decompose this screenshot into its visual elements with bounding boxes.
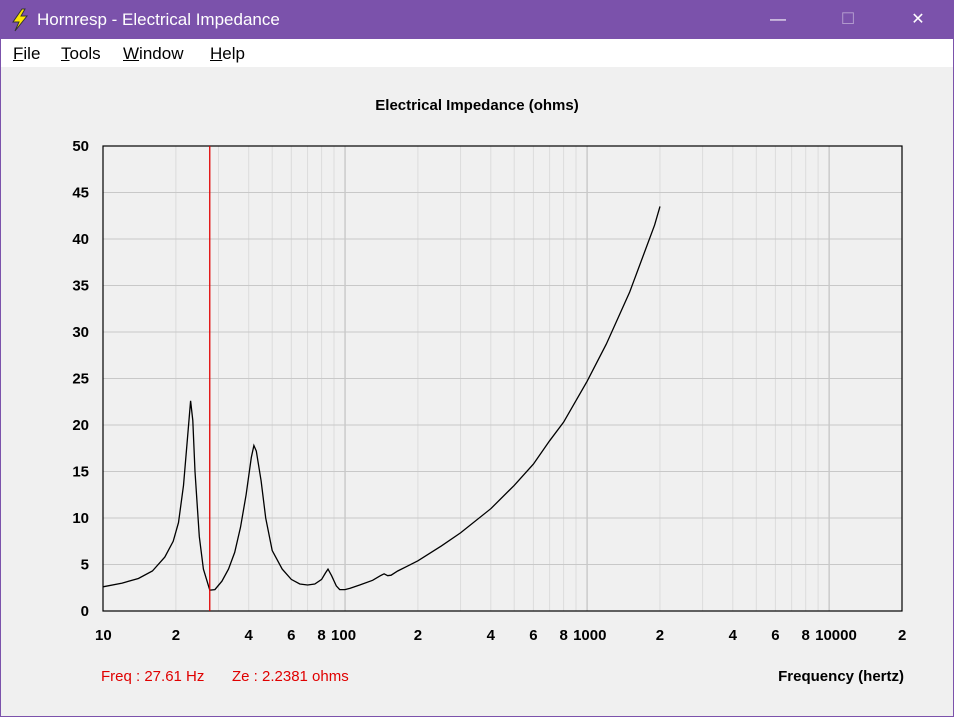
x-tick-label: 4 — [487, 627, 496, 644]
x-tick-label: 2 — [898, 627, 906, 644]
x-axis-label: Frequency (hertz) — [778, 668, 904, 685]
x-tick-label: 4 — [729, 627, 738, 644]
x-tick-label: 8 — [317, 627, 325, 644]
y-tick-label: 15 — [72, 464, 89, 481]
y-tick-label: 25 — [72, 371, 89, 388]
x-tick-label: 2 — [172, 627, 180, 644]
y-tick-label: 30 — [72, 324, 89, 341]
ze-readout: Ze : 2.2381 ohms — [232, 668, 349, 685]
y-tick-label: 40 — [72, 231, 89, 248]
y-tick-labels: 0 5 10 15 20 25 30 35 40 45 50 — [72, 138, 89, 620]
x-tick-label: 10000 — [815, 627, 857, 644]
y-tick-label: 5 — [81, 557, 89, 574]
x-tick-label: 4 — [245, 627, 254, 644]
x-tick-label: 1000 — [573, 627, 606, 644]
x-tick-label: 100 — [331, 627, 356, 644]
x-tick-label: 6 — [771, 627, 779, 644]
x-tick-label: 8 — [802, 627, 810, 644]
y-tick-label: 45 — [72, 185, 89, 202]
y-tick-label: 0 — [81, 603, 89, 620]
x-tick-label: 6 — [529, 627, 537, 644]
x-tick-label: 6 — [287, 627, 295, 644]
x-tick-label: 2 — [656, 627, 664, 644]
freq-readout: Freq : 27.61 Hz — [101, 668, 205, 685]
y-tick-label: 35 — [72, 278, 89, 295]
x-tick-label: 2 — [414, 627, 422, 644]
impedance-chart[interactable]: 0 5 10 15 20 25 30 35 40 45 50 10 2 4 6 8 100 2 4 6 8 1000 2 4… — [0, 0, 954, 717]
y-tick-label: 20 — [72, 417, 89, 434]
x-tick-label: 8 — [559, 627, 567, 644]
y-tick-label: 50 — [72, 138, 89, 155]
x-tick-labels: 10 2 4 6 8 100 2 4 6 8 1000 2 4 6 8 10000 2 — [95, 627, 906, 644]
chart-grid — [103, 146, 902, 611]
x-tick-label: 10 — [95, 627, 112, 644]
y-tick-label: 10 — [72, 510, 89, 527]
